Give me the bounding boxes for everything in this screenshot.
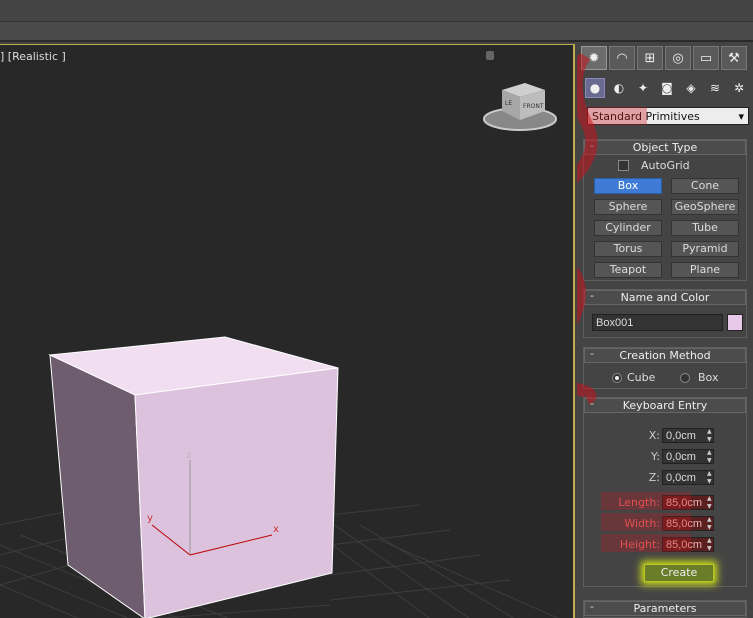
viewport-scene: z x y FRONT LE bbox=[0, 83, 559, 618]
cylinder-button[interactable]: Cylinder bbox=[594, 220, 662, 236]
geometry-icon[interactable]: ● bbox=[585, 78, 605, 98]
sphere-button[interactable]: Sphere bbox=[594, 199, 662, 215]
z-entry-row: Z: bbox=[584, 470, 714, 485]
keyboard-entry-header[interactable]: - Keyboard Entry bbox=[584, 397, 746, 413]
object-name-input[interactable] bbox=[592, 314, 723, 331]
z-axis-label: z bbox=[186, 450, 191, 461]
systems-icon[interactable]: ✲ bbox=[729, 78, 749, 98]
y-spinner[interactable]: ▲ ▼ bbox=[707, 449, 717, 464]
x-axis-label: x bbox=[273, 524, 279, 535]
keyboard-entry-rollout: -Keyboard Entry X: ▲▼ Y: ▲▼ Z: ▲▼ Length… bbox=[583, 397, 747, 587]
creation-method-header[interactable]: - Creation Method bbox=[584, 347, 746, 363]
cube-radio-label: Cube bbox=[627, 371, 656, 384]
cameras-icon[interactable]: ◙ bbox=[657, 78, 677, 98]
command-panel-tabs: ✹ ◠ ⊞ ◎ ▭ ⚒ bbox=[581, 46, 747, 72]
cube-option[interactable]: Cube bbox=[612, 371, 655, 384]
motion-tab-icon[interactable]: ◎ bbox=[665, 46, 691, 70]
svg-text:FRONT: FRONT bbox=[523, 103, 544, 110]
name-color-header[interactable]: - Name and Color bbox=[584, 289, 746, 305]
parameters-header[interactable]: - Parameters bbox=[584, 600, 746, 616]
ribbon-toolbar bbox=[0, 22, 753, 42]
length-spinner[interactable]: ▲ ▼ bbox=[707, 495, 717, 510]
autogrid-label: AutoGrid bbox=[641, 159, 690, 172]
perspective-viewport[interactable]: ] [Realistic ] z x y FRONT LE bbox=[0, 44, 575, 618]
space-warps-icon[interactable]: ≋ bbox=[705, 78, 725, 98]
viewcube[interactable]: FRONT LE bbox=[483, 83, 557, 131]
y-entry-row: Y: bbox=[584, 449, 714, 464]
chevron-down-icon: ▾ bbox=[738, 109, 744, 123]
geosphere-button[interactable]: GeoSphere bbox=[671, 199, 739, 215]
svg-text:LE: LE bbox=[505, 100, 512, 107]
box-option[interactable]: Box bbox=[680, 371, 718, 384]
width-entry-row: Width: bbox=[584, 516, 714, 531]
height-entry-row: Height: bbox=[584, 537, 714, 552]
cube-left-face[interactable] bbox=[49, 354, 146, 618]
height-label: Height: bbox=[619, 538, 660, 551]
box-button[interactable]: Box bbox=[594, 178, 662, 194]
display-tab-icon[interactable]: ▭ bbox=[693, 46, 719, 70]
autogrid-row[interactable]: AutoGrid bbox=[618, 159, 690, 172]
width-spinner[interactable]: ▲ ▼ bbox=[707, 516, 717, 531]
object-type-rollout: - Object Type AutoGrid Box Cone Sphere Ge… bbox=[583, 139, 747, 281]
lights-icon[interactable]: ✦ bbox=[633, 78, 653, 98]
z-label: Z: bbox=[648, 471, 660, 484]
name-color-rollout: - Name and Color bbox=[583, 289, 747, 338]
top-menu-bar bbox=[0, 0, 753, 22]
cube-radio[interactable] bbox=[612, 372, 622, 383]
height-spinner[interactable]: ▲ ▼ bbox=[707, 537, 717, 552]
primitive-category-dropdown[interactable]: Standard Primitives ▾ bbox=[587, 107, 749, 125]
length-entry-row: Length: bbox=[584, 495, 714, 510]
object-type-header[interactable]: - Object Type bbox=[584, 139, 746, 155]
shapes-icon[interactable]: ◐ bbox=[609, 78, 629, 98]
z-spinner[interactable]: ▲ ▼ bbox=[707, 470, 717, 485]
box-radio[interactable] bbox=[680, 372, 690, 383]
x-spinner[interactable]: ▲ ▼ bbox=[707, 428, 717, 443]
tube-button[interactable]: Tube bbox=[671, 220, 739, 236]
cube-front-face[interactable] bbox=[134, 367, 339, 618]
x-entry-row: X: bbox=[584, 428, 714, 443]
autogrid-checkbox[interactable] bbox=[618, 160, 629, 171]
utilities-tab-icon[interactable]: ⚒ bbox=[721, 46, 747, 70]
command-panel: ✹ ◠ ⊞ ◎ ▭ ⚒ ● ◐ ✦ ◙ ◈ ≋ ✲ Standard Primi… bbox=[577, 44, 753, 618]
helpers-icon[interactable]: ◈ bbox=[681, 78, 701, 98]
create-category-icons: ● ◐ ✦ ◙ ◈ ≋ ✲ bbox=[585, 78, 749, 98]
create-button[interactable]: Create bbox=[644, 564, 714, 582]
length-label: Length: bbox=[618, 496, 660, 509]
teapot-button[interactable]: Teapot bbox=[594, 262, 662, 278]
torus-button[interactable]: Torus bbox=[594, 241, 662, 257]
creation-method-rollout: - Creation Method Cube Box bbox=[583, 347, 747, 389]
x-label: X: bbox=[648, 429, 660, 442]
y-axis-label: y bbox=[147, 513, 153, 524]
y-label: Y: bbox=[651, 450, 660, 463]
create-tab-icon[interactable]: ✹ bbox=[581, 46, 607, 70]
parameters-rollout: - Parameters bbox=[583, 600, 747, 618]
box-radio-label: Box bbox=[698, 371, 719, 384]
cone-button[interactable]: Cone bbox=[671, 178, 739, 194]
hierarchy-tab-icon[interactable]: ⊞ bbox=[637, 46, 663, 70]
dropdown-value: Standard Primitives bbox=[592, 109, 700, 123]
plane-button[interactable]: Plane bbox=[671, 262, 739, 278]
pyramid-button[interactable]: Pyramid bbox=[671, 241, 739, 257]
width-label: Width: bbox=[624, 517, 660, 530]
object-color-swatch[interactable] bbox=[727, 314, 743, 331]
modify-tab-icon[interactable]: ◠ bbox=[609, 46, 635, 70]
